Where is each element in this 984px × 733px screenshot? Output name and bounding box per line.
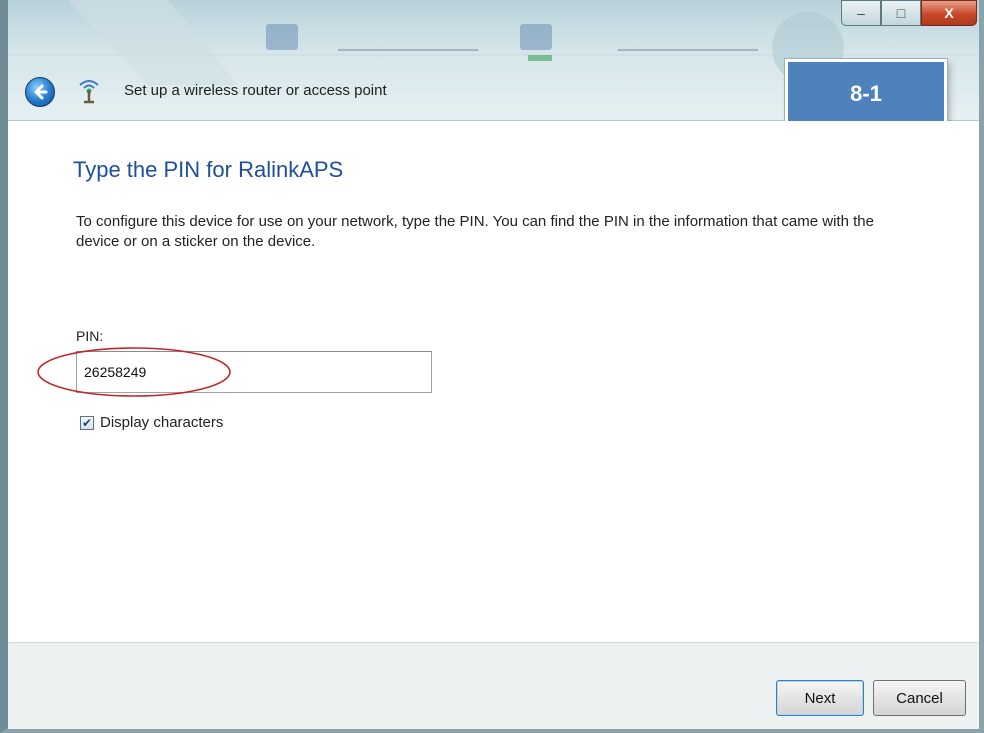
window-title: Set up a wireless router or access point xyxy=(124,82,387,99)
wizard-footer: Next Cancel xyxy=(8,642,979,729)
display-characters-label: Display characters xyxy=(100,414,224,431)
display-characters-option[interactable]: ✔ Display characters xyxy=(80,414,223,431)
page-heading: Type the PIN for RalinkAPS xyxy=(73,157,344,182)
pin-highlight-ellipse xyxy=(37,347,231,397)
maximize-icon: □ xyxy=(896,5,906,21)
back-button[interactable] xyxy=(25,77,55,107)
close-icon: X xyxy=(944,5,954,21)
wizard-content: Type the PIN for RalinkAPS To configure … xyxy=(8,121,979,642)
minimize-button[interactable]: – xyxy=(841,0,881,26)
instructions-text: To configure this device for use on your… xyxy=(76,213,874,250)
checkmark-icon: ✔ xyxy=(81,415,93,430)
next-button[interactable]: Next xyxy=(776,680,864,716)
cancel-button[interactable]: Cancel xyxy=(873,680,966,716)
close-button[interactable]: X xyxy=(921,0,977,26)
step-badge: 8-1 xyxy=(785,59,947,129)
back-arrow-icon xyxy=(34,84,48,100)
wizard-window: Set up a wireless router or access point… xyxy=(0,0,984,733)
display-characters-checkbox[interactable]: ✔ xyxy=(80,415,94,430)
minimize-icon: – xyxy=(857,5,865,21)
window-controls: – □ X xyxy=(841,0,977,30)
maximize-button[interactable]: □ xyxy=(881,0,921,26)
wireless-network-icon xyxy=(79,80,99,104)
